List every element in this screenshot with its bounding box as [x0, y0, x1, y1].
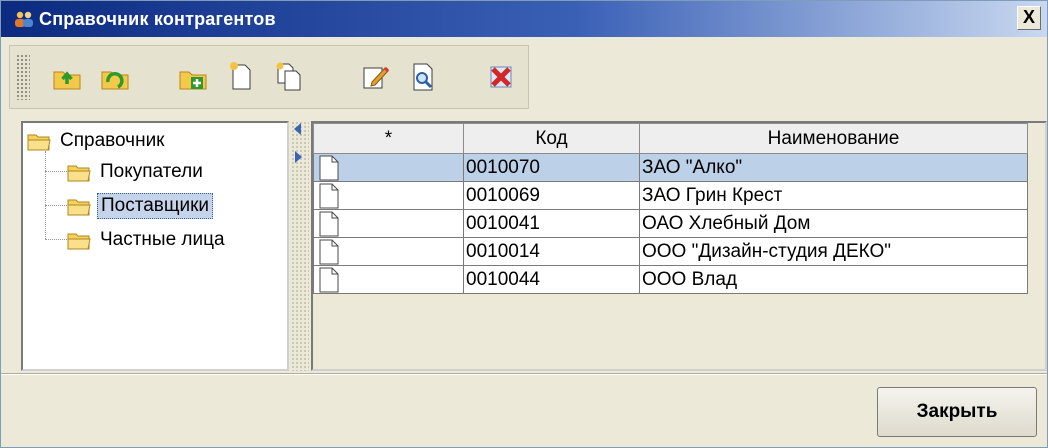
new-document-icon [230, 62, 251, 90]
tree-view[interactable]: Справочник Покупатели Поставщики Частные… [21, 121, 289, 371]
document-icon [319, 211, 339, 236]
close-button[interactable]: Закрыть [877, 387, 1037, 437]
column-header-marker[interactable]: * [313, 123, 464, 154]
window-title: Справочник контрагентов [39, 9, 276, 29]
grid-table: * Код Наименование 0010070 ЗАО "Алко" 00… [313, 123, 1028, 294]
copy-document-icon [276, 62, 301, 91]
folder-icon [27, 134, 51, 151]
document-icon [319, 155, 339, 180]
view-document-icon [413, 63, 433, 91]
edit-document-button[interactable] [358, 60, 392, 94]
tree-node-label: Справочник [60, 130, 165, 151]
name-cell: ООО Влад [639, 265, 1028, 294]
column-header-code[interactable]: Код [463, 123, 640, 154]
tree-node-individuals[interactable]: Частные лица [67, 226, 228, 254]
table-row[interactable]: 0010041 ОАО Хлебный Дом [313, 209, 1028, 238]
delete-button[interactable] [484, 60, 518, 94]
tree-connector [45, 239, 67, 240]
tree-node-root[interactable]: Справочник [27, 127, 168, 155]
row-icon-cell [313, 181, 464, 210]
code-cell: 0010044 [463, 265, 640, 294]
view-document-button[interactable] [406, 60, 440, 94]
document-icon [319, 267, 339, 292]
folder-icon [67, 165, 91, 182]
data-grid[interactable]: * Код Наименование 0010070 ЗАО "Алко" 00… [311, 121, 1047, 371]
toolbar-grip[interactable] [16, 54, 30, 100]
expand-right-icon[interactable] [295, 151, 302, 163]
table-row[interactable]: 0010044 ООО Влад [313, 265, 1028, 294]
code-cell: 0010070 [463, 153, 640, 182]
folder-icon [67, 233, 91, 250]
name-cell: ОАО Хлебный Дом [639, 209, 1028, 238]
row-icon-cell [313, 265, 464, 294]
delete-icon [490, 66, 512, 88]
document-icon [319, 183, 339, 208]
document-icon [319, 239, 339, 264]
tree-node-buyers[interactable]: Покупатели [67, 158, 206, 186]
table-row[interactable]: 0010069 ЗАО Грин Крест [313, 181, 1028, 210]
code-cell: 0010041 [463, 209, 640, 238]
code-cell: 0010014 [463, 237, 640, 266]
collapse-left-icon[interactable] [294, 123, 301, 135]
folder-refresh-button[interactable] [98, 60, 132, 94]
code-cell: 0010069 [463, 181, 640, 210]
edit-document-icon [363, 66, 390, 89]
row-icon-cell [313, 153, 464, 182]
title-bar[interactable]: Справочник контрагентов X [1, 1, 1047, 37]
grid-header-row: * Код Наименование [313, 123, 1028, 154]
table-row[interactable]: 0010014 ООО "Дизайн-студия ДЕКО" [313, 237, 1028, 266]
name-cell: ООО "Дизайн-студия ДЕКО" [639, 237, 1028, 266]
tree-node-label: Покупатели [100, 161, 203, 182]
splitter[interactable] [291, 121, 309, 371]
window-close-button[interactable]: X [1017, 6, 1041, 30]
tree-connector [45, 205, 67, 206]
row-icon-cell [313, 237, 464, 266]
tree-node-suppliers[interactable]: Поставщики [67, 192, 214, 220]
name-cell: ЗАО "Алко" [639, 153, 1028, 182]
dialog-window: Справочник контрагентов X Справочник Пок… [0, 0, 1048, 448]
add-folder-button[interactable] [176, 60, 210, 94]
folder-refresh-icon [101, 71, 129, 90]
tree-connector [45, 151, 46, 239]
folder-up-icon [53, 71, 81, 90]
tree-node-label: Частные лица [100, 229, 225, 250]
table-row[interactable]: 0010070 ЗАО "Алко" [313, 153, 1028, 182]
tree-connector [45, 171, 67, 172]
new-document-button[interactable] [224, 60, 258, 94]
toolbar [9, 45, 529, 109]
name-cell: ЗАО Грин Крест [639, 181, 1028, 210]
add-folder-icon [179, 71, 207, 90]
row-icon-cell [313, 209, 464, 238]
folder-icon [67, 199, 91, 216]
users-icon [15, 11, 33, 27]
column-header-name[interactable]: Наименование [639, 123, 1028, 154]
copy-document-button[interactable] [272, 60, 306, 94]
footer-divider [1, 373, 1047, 375]
folder-up-button[interactable] [50, 60, 84, 94]
content-area: Справочник Покупатели Поставщики Частные… [15, 117, 1048, 371]
tree-node-label: Поставщики [97, 193, 214, 219]
